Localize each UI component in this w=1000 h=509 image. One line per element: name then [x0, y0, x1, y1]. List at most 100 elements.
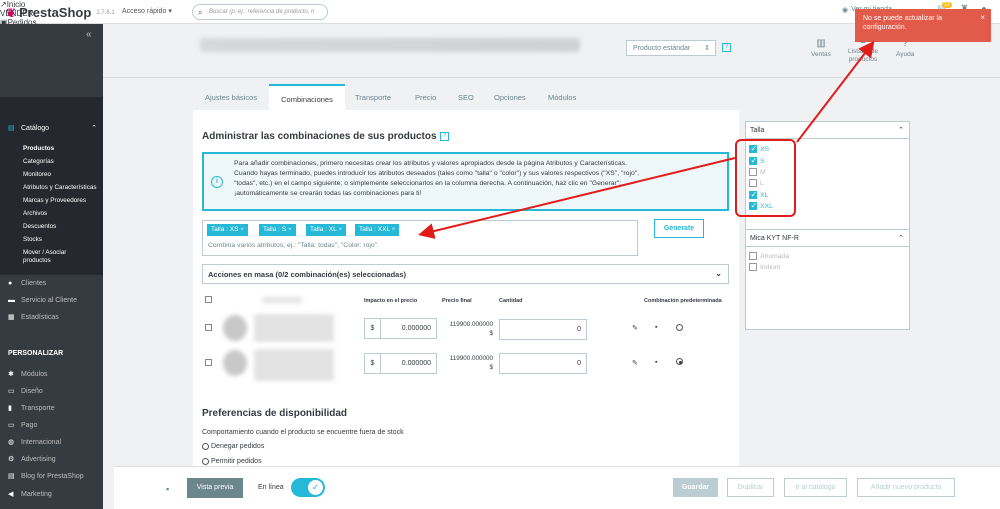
sidebar-sub-discounts[interactable]: Descuentos	[23, 223, 56, 230]
delete-product-trash-icon[interactable]: ▪	[166, 484, 169, 494]
sidebar-item-marketing[interactable]: ◀ Marketing	[0, 487, 103, 501]
quantity-input[interactable]: 0	[499, 353, 587, 374]
final-price: 119900.000000 $	[449, 355, 493, 371]
deny-orders-option[interactable]: Denegar pedidos	[202, 443, 264, 450]
mica-panel-header[interactable]: Mica KYT NF-R ⌃	[746, 230, 909, 247]
radio-icon	[202, 458, 209, 465]
edit-pencil-icon[interactable]: ✎	[632, 359, 638, 367]
collapse-sidebar-button[interactable]: «	[86, 29, 92, 40]
sidebar-item-catalog[interactable]: ▤ Catálogo ⌃	[0, 121, 103, 135]
sidebar-sub-attributes[interactable]: Atributos y Características	[23, 184, 97, 191]
go-to-catalog-button[interactable]: Ir al catálogo	[784, 478, 847, 497]
combination-name-blurred	[254, 349, 334, 381]
tab-modules[interactable]: Módulos	[548, 93, 576, 102]
edit-pencil-icon[interactable]: ✎	[632, 324, 638, 332]
product-type-select[interactable]: Producto estándar ⇕	[626, 40, 716, 56]
sidebar-sub-move-associate[interactable]: Mover / Asociar productos	[23, 249, 93, 265]
online-toggle[interactable]: ✓	[291, 478, 325, 497]
select-arrows-icon: ⇕	[704, 45, 710, 52]
remove-tag-icon[interactable]: ×	[240, 226, 244, 233]
tab-seo[interactable]: SEO	[458, 93, 474, 102]
caret-down-icon: ▾	[168, 8, 172, 15]
chevron-up-icon: ⌃	[898, 127, 904, 134]
default-combination-radio[interactable]	[676, 324, 683, 331]
column-header-default: Combinación predeterminada	[644, 298, 722, 304]
eye-icon: ◉	[842, 7, 849, 14]
monitor-icon: ▭	[8, 388, 15, 395]
attribute-tag[interactable]: Talla : S ×	[259, 224, 296, 236]
availability-subtitle: Comportamiento cuando el producto se enc…	[202, 429, 404, 436]
sidebar-item-clients[interactable]: ● Clientes	[0, 276, 103, 290]
price-impact-input[interactable]: $0.000000	[364, 353, 437, 374]
delete-trash-icon[interactable]: ▪	[655, 324, 657, 331]
bulk-actions-dropdown[interactable]: Acciones en masa (0/2 combinación(es) se…	[202, 264, 729, 284]
help-question-icon[interactable]: ?	[722, 43, 731, 52]
sidebar-item-advertising[interactable]: ⚙ Advertising	[0, 452, 103, 466]
combination-thumbnail	[223, 315, 247, 341]
notification-badge: 10	[942, 2, 952, 8]
attribute-checkbox-ahumada[interactable]: Ahumada	[749, 252, 789, 260]
sales-button[interactable]: ▥ Ventas	[811, 38, 831, 58]
talla-panel-header[interactable]: Talla ⌃	[746, 122, 909, 139]
add-new-product-button[interactable]: Añadir nuevo producto	[857, 478, 955, 497]
remove-tag-icon[interactable]: ×	[288, 226, 292, 233]
attribute-checkbox-iridium[interactable]: Iridium	[749, 263, 780, 271]
tab-shipping[interactable]: Transporte	[355, 93, 391, 102]
sidebar-item-home[interactable]: ↗Inicio	[0, 0, 36, 9]
sidebar-item-shipping[interactable]: ▮ Transporte	[0, 401, 103, 415]
sidebar-sub-products[interactable]: Productos	[23, 145, 54, 152]
sidebar-item-blog[interactable]: ▤ Blog for PrestaShop	[0, 469, 103, 483]
quick-access-menu[interactable]: Acceso rápido ▾	[122, 7, 172, 15]
attribute-tag[interactable]: Talla : XS ×	[207, 224, 249, 236]
online-label: En línea	[258, 484, 284, 491]
sidebar-item-orders[interactable]: ▣Pedidos	[0, 18, 36, 27]
search-input[interactable]: ⌕ Buscar (p. ej.: referencia de producto,…	[192, 4, 328, 20]
sidebar-item-international[interactable]: ◍ Internacional	[0, 435, 103, 449]
tab-basic-settings[interactable]: Ajustes básicos	[205, 93, 257, 102]
checkbox-icon	[749, 252, 757, 260]
globe-icon: ◍	[8, 439, 15, 446]
sidebar-sub-files[interactable]: Archivos	[23, 210, 47, 217]
tag-hint: Combina varios atributos, ej.: "Talla: t…	[208, 242, 379, 249]
sidebar-item-customer-service[interactable]: ▬ Servicio al Cliente	[0, 293, 103, 307]
user-icon: ●	[8, 279, 13, 287]
remove-tag-icon[interactable]: ×	[392, 226, 396, 233]
sidebar-item-stats[interactable]: ▦ Estadísticas	[0, 310, 103, 324]
help-question-icon[interactable]: ?	[440, 132, 449, 141]
select-all-checkbox[interactable]	[205, 296, 212, 303]
attribute-tag[interactable]: Talla : XXL ×	[355, 224, 400, 236]
save-button[interactable]: Guardar	[673, 478, 718, 497]
duplicate-button[interactable]: Duplicar	[727, 478, 774, 497]
sidebar-item-modules[interactable]: ✱ Módulos	[0, 367, 103, 381]
annotation-highlight-box	[735, 139, 796, 217]
combinations-title: Administrar las combinaciones de sus pro…	[202, 131, 437, 142]
bar-chart-icon: ▥	[816, 38, 826, 49]
delete-trash-icon[interactable]: ▪	[655, 359, 657, 366]
tab-combinations[interactable]: Combinaciones	[269, 84, 345, 111]
close-icon[interactable]: ×	[980, 13, 985, 22]
info-alert: i Para añadir combinaciones, primero nec…	[202, 152, 729, 211]
blog-icon: ▤	[8, 473, 15, 480]
default-combination-radio[interactable]	[676, 358, 683, 365]
sidebar-sub-categories[interactable]: Categorías	[23, 158, 54, 165]
sidebar-sub-brands[interactable]: Marcas y Proveedores	[23, 197, 86, 204]
row-checkbox[interactable]	[205, 359, 212, 366]
row-checkbox[interactable]	[205, 324, 212, 331]
sidebar-sub-monitoring[interactable]: Monitoreo	[23, 171, 51, 178]
sidebar-item-payment[interactable]: ▭ Pago	[0, 418, 103, 432]
tab-options[interactable]: Opciones	[494, 93, 526, 102]
preview-button[interactable]: Vista previa	[187, 478, 243, 498]
quantity-input[interactable]: 0	[499, 319, 587, 340]
sidebar-item-design[interactable]: ▭ Diseño	[0, 384, 103, 398]
info-icon: i	[211, 176, 223, 188]
generate-button[interactable]: Generate	[654, 219, 704, 238]
checkbox-icon	[749, 263, 757, 271]
price-impact-input[interactable]: $0.000000	[364, 318, 437, 339]
column-header-final-price: Precio final	[442, 298, 472, 304]
attribute-tag[interactable]: Talla : XL ×	[306, 224, 347, 236]
sidebar-heading-sell: VENDER	[0, 9, 34, 18]
allow-orders-option[interactable]: Permitir pedidos	[202, 458, 262, 465]
remove-tag-icon[interactable]: ×	[338, 226, 342, 233]
sidebar-sub-stocks[interactable]: Stocks	[23, 236, 42, 243]
tab-price[interactable]: Precio	[415, 93, 436, 102]
